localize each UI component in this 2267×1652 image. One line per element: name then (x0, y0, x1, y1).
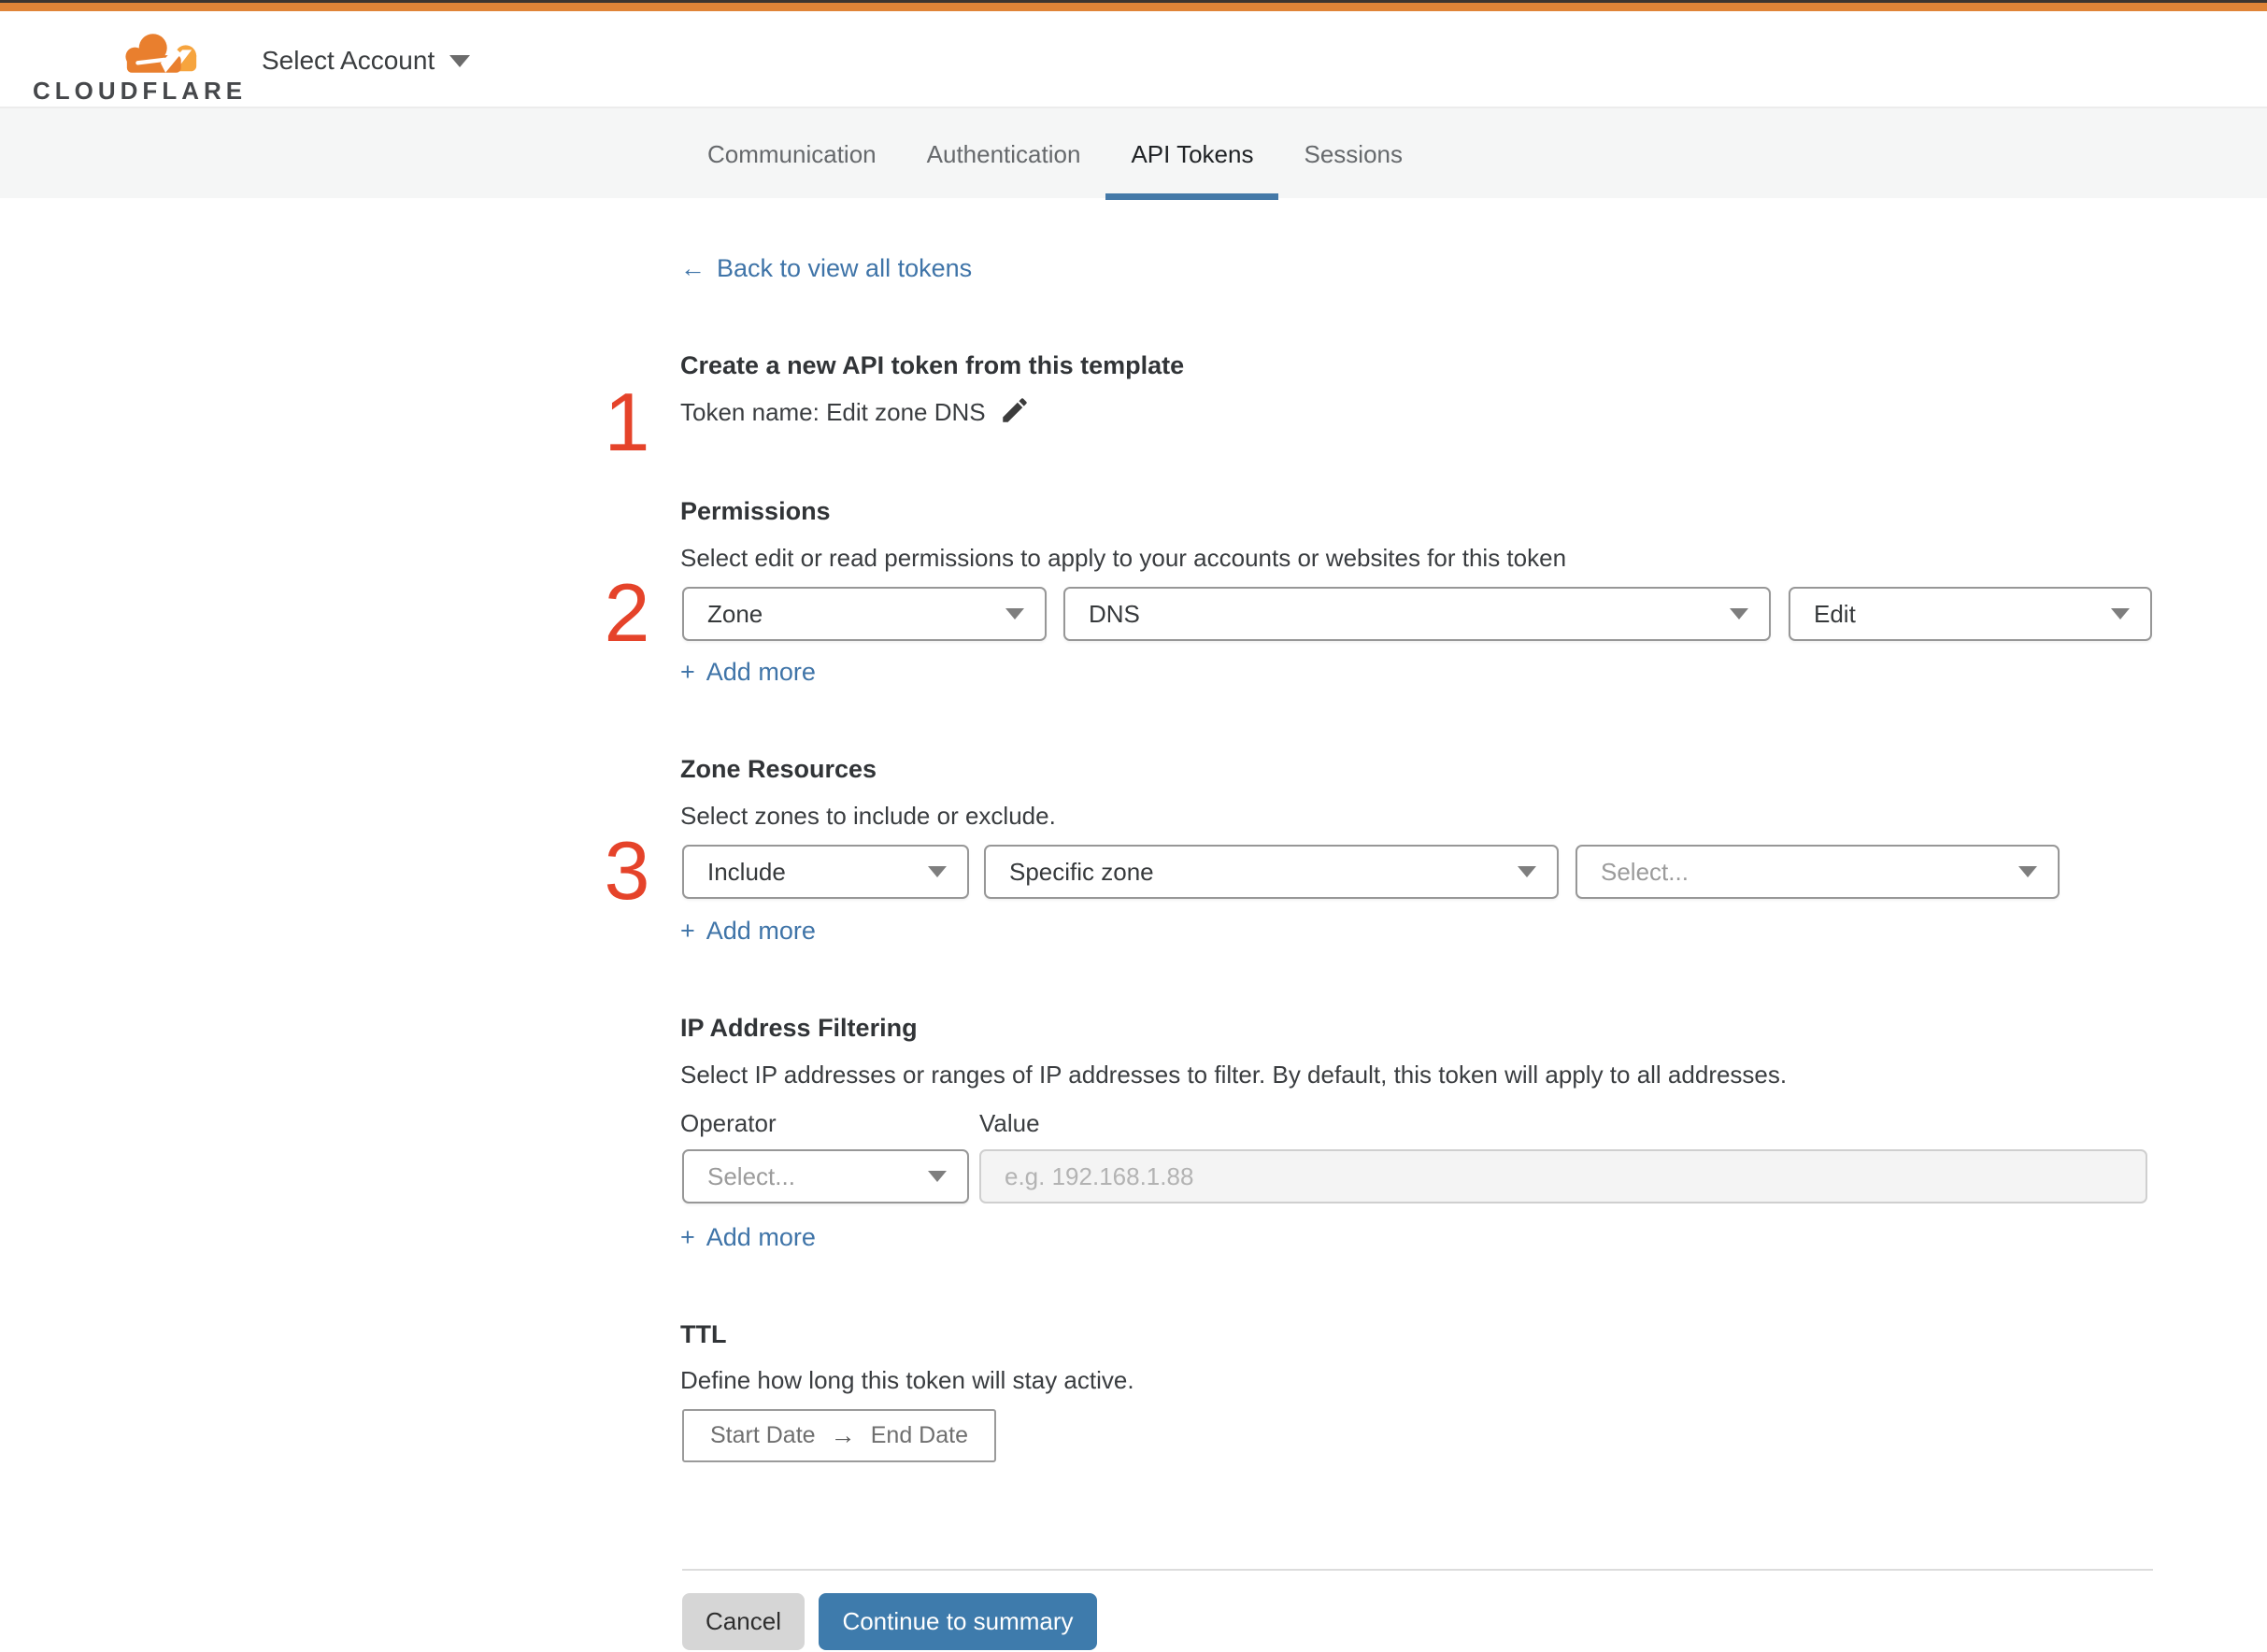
token-name-text: Token name: Edit zone DNS (680, 398, 986, 426)
ttl-heading: TTL (680, 1320, 727, 1348)
active-tab-underline (1105, 193, 1279, 200)
cloudflare-cloud-icon (125, 34, 197, 73)
brand-orange-bar (0, 3, 2267, 11)
chevron-down-icon (1518, 866, 1536, 877)
zone-resources-heading: Zone Resources (680, 755, 877, 783)
start-date-label: Start Date (710, 1422, 816, 1448)
permissions-add-more-link[interactable]: + Add more (680, 658, 816, 687)
end-date-label: End Date (870, 1422, 968, 1448)
permissions-heading: Permissions (680, 497, 831, 525)
zone-include-value: Include (707, 857, 786, 886)
ttl-description: Define how long this token will stay act… (680, 1366, 1134, 1394)
left-arrow-icon: ← (680, 254, 706, 282)
tab-label: Communication (707, 139, 877, 168)
tab-label: Sessions (1304, 139, 1403, 168)
permission-access-select[interactable]: Edit (1789, 587, 2152, 641)
zone-picker-placeholder: Select... (1601, 857, 1689, 886)
permission-resource-select[interactable]: DNS (1063, 587, 1771, 641)
plus-icon: + (680, 1223, 695, 1251)
add-more-label: Add more (706, 658, 816, 686)
account-selector[interactable]: Select Account (262, 42, 471, 79)
tab-authentication[interactable]: Authentication (902, 108, 1106, 200)
ip-operator-label: Operator (680, 1109, 777, 1137)
cancel-button[interactable]: Cancel (682, 1593, 805, 1650)
step-number-1: 1 (604, 376, 650, 468)
ip-value-input[interactable] (979, 1149, 2147, 1203)
ttl-date-range-picker[interactable]: Start Date → End Date (682, 1409, 996, 1462)
page: CLOUDFLARE Select Account Communication … (0, 0, 2267, 1652)
chevron-down-icon (2018, 866, 2037, 877)
zone-type-value: Specific zone (1009, 857, 1154, 886)
chevron-down-icon (449, 54, 471, 67)
app-header: CLOUDFLARE Select Account (0, 11, 2267, 107)
continue-to-summary-button[interactable]: Continue to summary (819, 1593, 1097, 1650)
permission-scope-select[interactable]: Zone (682, 587, 1047, 641)
zone-include-select[interactable]: Include (682, 845, 969, 899)
permission-resource-value: DNS (1089, 599, 1140, 628)
ip-operator-placeholder: Select... (707, 1161, 795, 1190)
step-number-2: 2 (604, 566, 650, 659)
tabs: Communication Authentication API Tokens … (682, 108, 1428, 200)
permission-access-value: Edit (1814, 599, 1856, 628)
tab-communication[interactable]: Communication (682, 108, 902, 200)
plus-icon: + (680, 658, 695, 686)
logo-wordmark: CLOUDFLARE (33, 77, 248, 105)
ip-filtering-add-more-link[interactable]: + Add more (680, 1223, 816, 1252)
chevron-down-icon (928, 866, 947, 877)
tab-api-tokens[interactable]: API Tokens (1105, 108, 1279, 200)
tab-bar: Communication Authentication API Tokens … (0, 107, 2267, 200)
tab-label: Authentication (926, 139, 1081, 168)
back-to-tokens-link[interactable]: ← Back to view all tokens (680, 254, 972, 283)
zone-type-select[interactable]: Specific zone (984, 845, 1559, 899)
edit-pencil-icon[interactable] (999, 394, 1031, 426)
account-selector-label: Select Account (262, 46, 435, 75)
chevron-down-icon (928, 1171, 947, 1182)
ip-value-label: Value (979, 1109, 1040, 1137)
back-link-label: Back to view all tokens (717, 254, 973, 282)
right-arrow-icon: → (830, 1421, 856, 1449)
template-heading: Create a new API token from this templat… (680, 351, 1185, 379)
zone-resources-add-more-link[interactable]: + Add more (680, 917, 816, 946)
ip-operator-select[interactable]: Select... (682, 1149, 969, 1203)
chevron-down-icon (1005, 608, 1024, 620)
step-number-3: 3 (604, 824, 650, 917)
tab-label: API Tokens (1131, 139, 1254, 168)
ip-filtering-description: Select IP addresses or ranges of IP addr… (680, 1061, 1788, 1089)
add-more-label: Add more (706, 1223, 816, 1251)
add-more-label: Add more (706, 917, 816, 945)
chevron-down-icon (1730, 608, 1748, 620)
cloudflare-logo: CLOUDFLARE (33, 21, 257, 109)
zone-resources-description: Select zones to include or exclude. (680, 802, 1056, 830)
permission-scope-value: Zone (707, 599, 763, 628)
token-name-row: Token name: Edit zone DNS (680, 394, 1031, 427)
tab-sessions[interactable]: Sessions (1278, 108, 1428, 200)
ip-filtering-heading: IP Address Filtering (680, 1014, 918, 1042)
plus-icon: + (680, 917, 695, 945)
zone-picker-select[interactable]: Select... (1575, 845, 2060, 899)
chevron-down-icon (2111, 608, 2130, 620)
permissions-description: Select edit or read permissions to apply… (680, 544, 1567, 572)
footer-divider (682, 1569, 2153, 1571)
